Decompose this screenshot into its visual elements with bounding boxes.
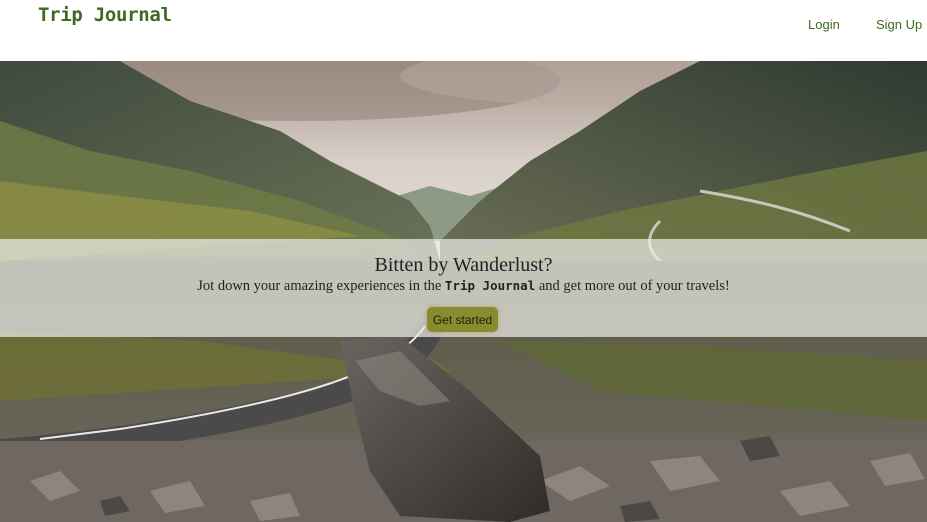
brand-logo-link[interactable]: Trip Journal — [38, 4, 172, 26]
get-started-button[interactable]: Get started — [427, 307, 498, 332]
hero-subtitle-after: and get more out of your travels! — [535, 278, 730, 294]
hero-banner: Bitten by Wanderlust? Jot down your amaz… — [0, 239, 927, 337]
hero-subtitle: Jot down your amazing experiences in the… — [0, 278, 927, 295]
hero-section: Bitten by Wanderlust? Jot down your amaz… — [0, 61, 927, 522]
signup-link[interactable]: Sign Up — [876, 17, 922, 32]
login-link[interactable]: Login — [808, 17, 840, 32]
top-navbar: Trip Journal Login Sign Up — [0, 0, 927, 61]
hero-title: Bitten by Wanderlust? — [374, 254, 553, 276]
hero-subtitle-before: Jot down your amazing experiences in the — [197, 278, 445, 294]
hero-subtitle-brand: Trip Journal — [444, 278, 536, 293]
